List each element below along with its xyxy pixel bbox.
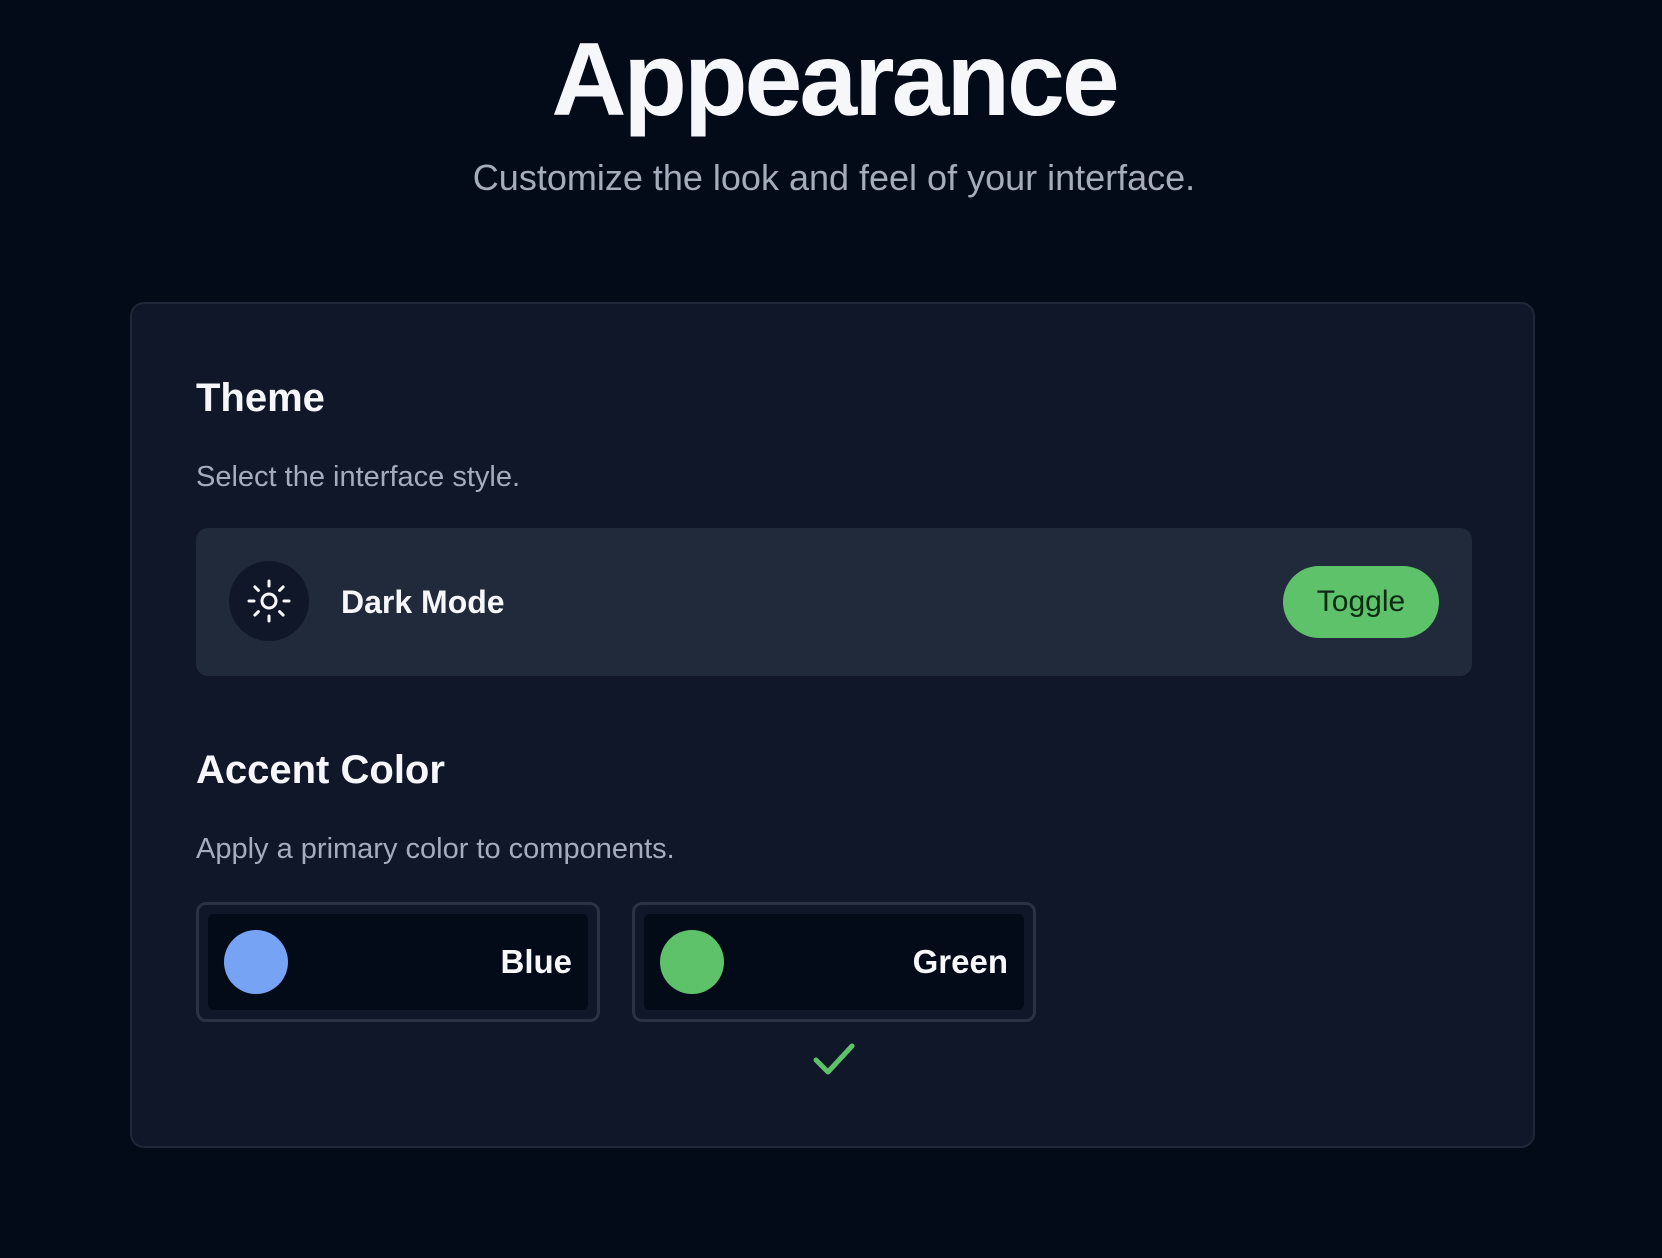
accent-option-label: Blue — [500, 943, 572, 980]
sun-icon — [229, 561, 309, 641]
green-swatch — [660, 930, 724, 994]
theme-description: Select the interface style. — [196, 461, 520, 493]
page-subtitle: Customize the look and feel of your inte… — [472, 157, 1196, 198]
settings-card: Theme Select the interface style. Dark M… — [130, 302, 1535, 1148]
accent-option-label: Green — [912, 943, 1008, 980]
dark-mode-row: Dark Mode Toggle — [196, 528, 1472, 676]
theme-heading: Theme — [196, 376, 325, 420]
toggle-button[interactable]: Toggle — [1283, 566, 1439, 638]
dark-mode-label: Dark Mode — [341, 584, 505, 620]
accent-option-blue[interactable]: Blue — [196, 902, 600, 1022]
accent-color-description: Apply a primary color to components. — [196, 833, 675, 865]
blue-swatch — [224, 930, 288, 994]
accent-option-blue-inner: Blue — [208, 914, 588, 1010]
accent-option-green[interactable]: Green — [632, 902, 1036, 1022]
accent-color-heading: Accent Color — [196, 748, 445, 792]
accent-option-green-inner: Green — [644, 914, 1024, 1010]
page-title: Appearance — [551, 22, 1119, 138]
check-icon — [813, 1043, 855, 1075]
appearance-page: Appearance Customize the look and feel o… — [0, 0, 1662, 1258]
